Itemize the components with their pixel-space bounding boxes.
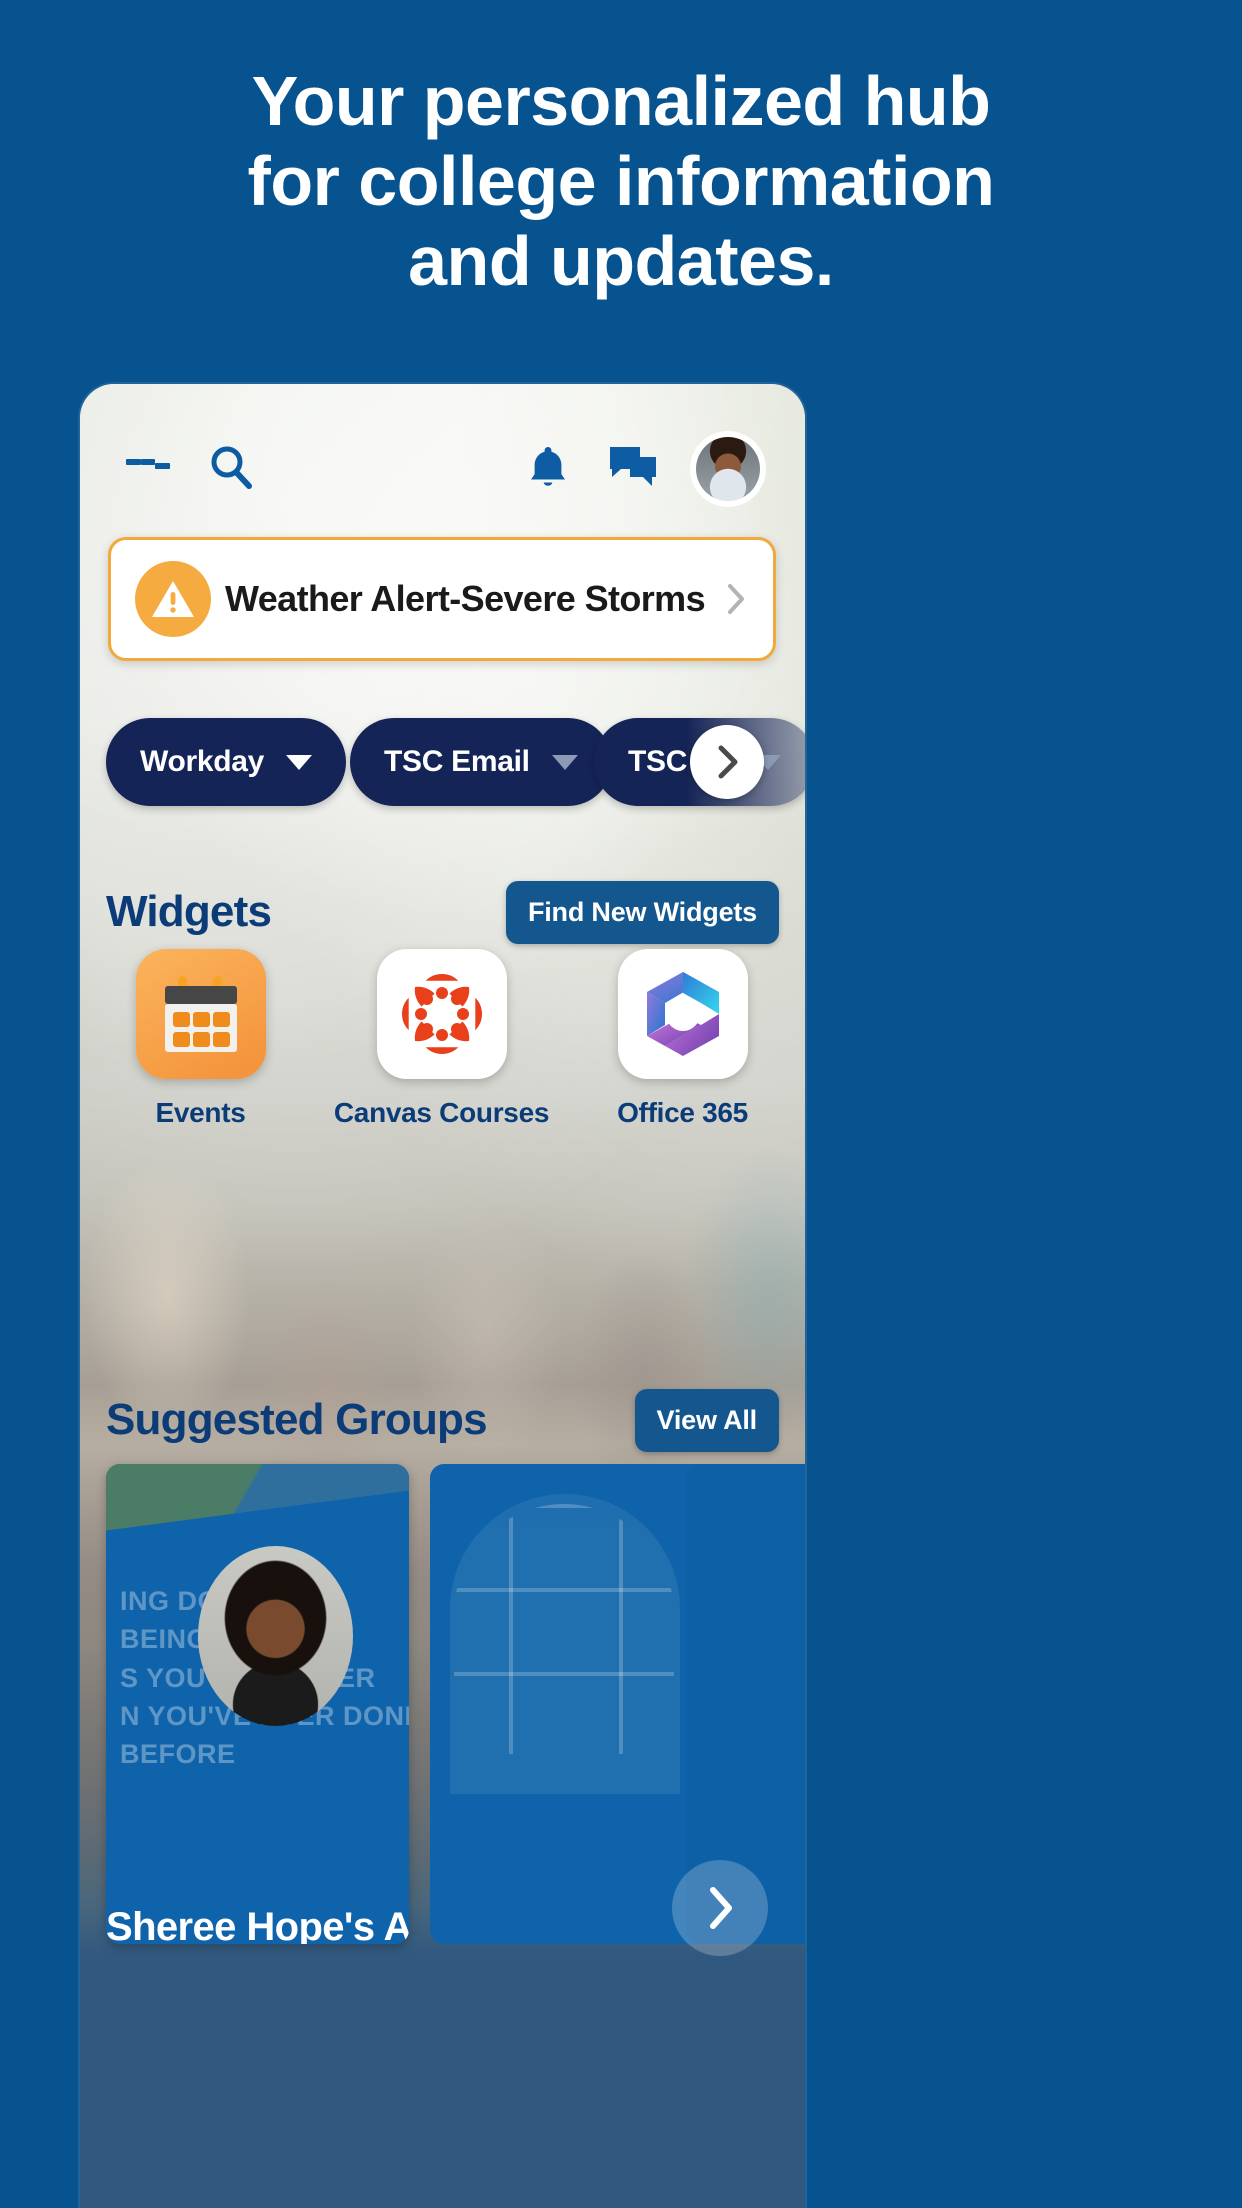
app-header-bar [80,420,805,516]
quick-link-chip-row[interactable]: Workday TSC Email TSC Ca [80,718,805,818]
group-card[interactable]: ING DOESN'T BEING FIRST. S YOU'RE DOIN E… [106,1464,409,1944]
chip-tsc-email[interactable]: TSC Email [350,718,612,806]
chevron-right-icon [725,582,747,616]
avatar-photo [696,437,760,501]
groups-section-header: Suggested Groups View All [80,1384,805,1456]
headline-line-3: and updates. [408,221,834,300]
canvas-logo-icon [376,949,507,1079]
card-decoration [106,1464,409,1531]
widget-canvas-courses[interactable]: Canvas Courses [321,949,562,1129]
avatar[interactable] [693,434,763,504]
chip-label: Workday [140,745,265,778]
groups-next-button[interactable] [672,1860,768,1956]
search-icon[interactable] [206,442,256,492]
weather-alert-banner[interactable]: Weather Alert-Severe Storms [108,537,776,661]
widgets-title: Widgets [106,887,272,936]
find-new-widgets-button[interactable]: Find New Widgets [505,880,779,944]
chevron-down-icon [551,754,578,770]
app-store-promo-screenshot: Your personalized hub for college inform… [0,0,1242,2208]
group-avatar [198,1546,353,1726]
office-365-logo-icon [617,949,748,1079]
warning-triangle-icon [135,561,211,637]
hamburger-menu-icon[interactable] [126,448,171,484]
phone-mockup: Weather Alert-Severe Storms Workday TSC … [80,384,805,2208]
page-title: Your personalized hub for college inform… [0,62,1242,301]
group-card-title: Sheree Hope's Advising [106,1905,409,1944]
view-all-button[interactable]: View All [634,1388,779,1452]
bell-icon[interactable] [523,442,573,492]
quote-line: BEFORE [120,1739,236,1770]
chevron-down-icon [286,754,313,770]
widget-events[interactable]: Events [80,949,321,1129]
suggested-groups-carousel[interactable]: ING DOESN'T BEING FIRST. S YOU'RE DOIN E… [80,1464,805,1956]
groups-title: Suggested Groups [106,1395,488,1444]
widget-office-365[interactable]: Office 365 [562,949,803,1129]
chip-workday[interactable]: Workday [106,718,347,806]
headline-line-1: Your personalized hub [251,62,991,140]
widget-label: Office 365 [617,1097,748,1128]
card-window-grid [454,1504,674,1754]
calendar-icon [135,949,266,1079]
chip-label: TSC Email [384,745,530,778]
widgets-grid: Events Canvas Courses Office 365 [80,949,805,1189]
chat-bubble-icon[interactable] [607,444,659,490]
widget-label: Events [155,1097,246,1128]
weather-alert-title: Weather Alert-Severe Storms [225,578,706,619]
widgets-section-header: Widgets Find New Widgets [80,876,805,948]
headline-line-2: for college information [247,141,995,220]
widget-label: Canvas Courses [333,1097,550,1128]
chips-next-button[interactable] [690,725,764,799]
